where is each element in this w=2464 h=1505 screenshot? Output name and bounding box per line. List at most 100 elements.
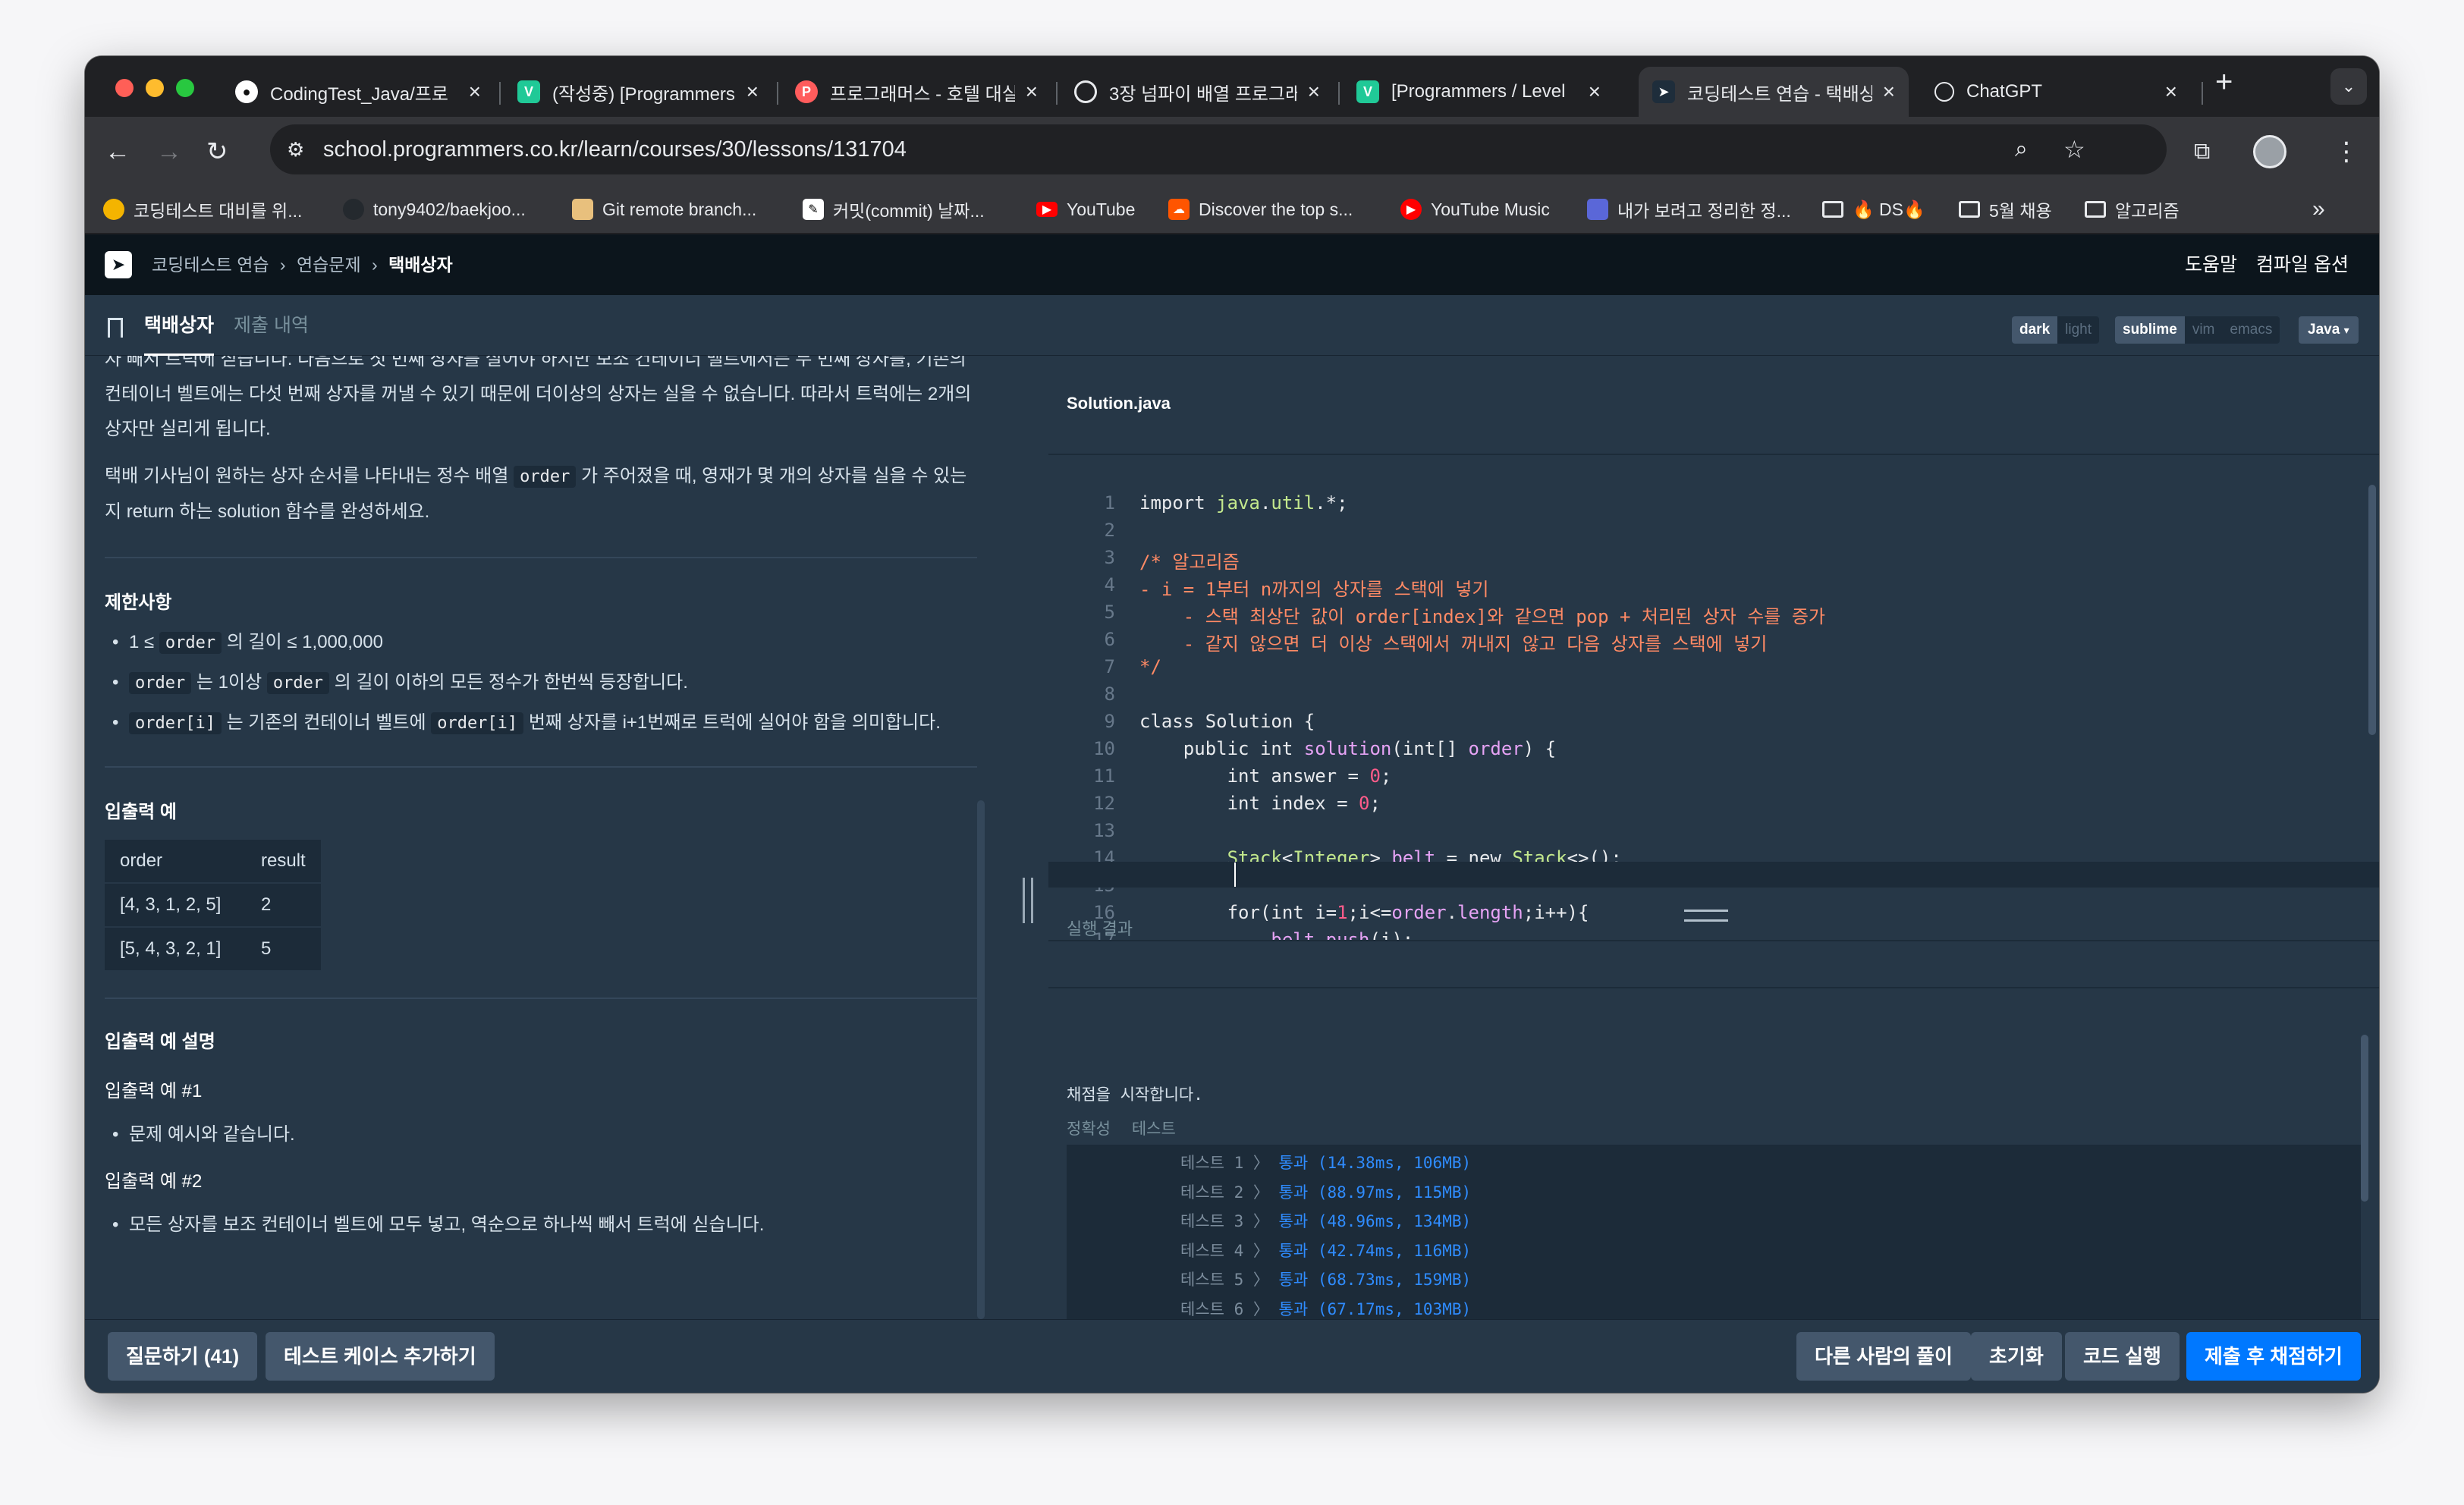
tab-title: ChatGPT: [1966, 81, 2043, 102]
ask-question-button[interactable]: 질문하기 (41): [108, 1332, 258, 1381]
table-row: [5, 4, 3, 2, 1] 5: [105, 927, 321, 970]
browser-tab-active[interactable]: ➤ 코딩테스트 연습 - 택배상자 ×: [1639, 67, 1909, 117]
site-info-icon[interactable]: ⚙: [287, 124, 304, 174]
editor-scrollbar[interactable]: [2368, 485, 2376, 735]
code-line: public int solution(int[] order) {: [1139, 738, 1557, 759]
close-tab-icon[interactable]: ×: [469, 80, 481, 104]
close-tab-icon[interactable]: ×: [2165, 80, 2177, 104]
result-tab-accuracy[interactable]: 정확성: [1067, 1120, 1111, 1138]
breadcrumb-item[interactable]: 연습문제: [297, 255, 361, 275]
bookmark-folder[interactable]: 5월 채용: [1959, 187, 2052, 232]
result-tab-test[interactable]: 테스트: [1132, 1120, 1176, 1138]
tab-submissions[interactable]: 제출 내역: [234, 295, 309, 356]
workspace-header: 택배상자 제출 내역 dark light sublime vim emacs …: [85, 295, 2379, 356]
close-window-button[interactable]: [115, 79, 134, 97]
keymap-emacs-button[interactable]: emacs: [2222, 316, 2280, 344]
language-select[interactable]: Java ▾: [2299, 316, 2359, 344]
back-arrow-icon[interactable]: ←: [105, 117, 130, 187]
result-scrollbar[interactable]: [2361, 1035, 2368, 1202]
close-tab-icon[interactable]: ×: [1589, 80, 1601, 104]
compile-options-link[interactable]: 컴파일 옵션: [2256, 234, 2349, 295]
theme-light-button[interactable]: light: [2057, 316, 2099, 344]
code-line: - i = 1부터 n까지의 상자를 스택에 넣기: [1139, 579, 1489, 600]
drag-lines-icon[interactable]: [1684, 910, 1728, 922]
others-solutions-button[interactable]: 다른 사람의 풀이: [1796, 1332, 1971, 1381]
zoom-icon[interactable]: ⌕: [2015, 124, 2028, 174]
line-number: 8: [1104, 683, 1115, 705]
bookmark-item[interactable]: Git remote branch...: [572, 187, 756, 232]
io-example-heading: 입출력 예: [105, 802, 177, 822]
browser-tab-5[interactable]: V [Programmers / Level ×: [1343, 67, 1614, 117]
test-result: 통과 (42.74ms, 116MB): [1268, 1241, 1472, 1260]
test-result-row: 테스트 5 〉 통과 (68.73ms, 159MB): [1180, 1271, 1472, 1289]
editor-result-splitter[interactable]: [1048, 940, 2379, 941]
folder-icon: [2085, 201, 2106, 218]
test-result: 통과 (88.97ms, 115MB): [1268, 1183, 1472, 1202]
circle-icon: [103, 199, 124, 220]
bookmark-item[interactable]: ▶ YouTube Music: [1400, 187, 1550, 232]
line-number: 2: [1104, 520, 1115, 541]
more-bookmarks-icon[interactable]: »: [2312, 187, 2325, 232]
run-code-button[interactable]: 코드 실행: [2065, 1332, 2180, 1381]
add-test-case-button[interactable]: 테스트 케이스 추가하기: [266, 1332, 495, 1381]
bookmark-star-icon[interactable]: ☆: [2063, 124, 2085, 174]
bookmark-folder[interactable]: 알고리즘: [2085, 187, 2180, 232]
code-editor[interactable]: 1234567891011121314151617 import java.ut…: [1048, 477, 2379, 940]
keymap-sublime-button[interactable]: sublime: [2115, 316, 2185, 344]
chevron-right-icon: ›: [372, 255, 378, 275]
problem-panel: 자 빼서 트럭에 싣습니다. 다음으로 첫 번째 상자를 실어야 하지만 보조 …: [85, 356, 1010, 1319]
forward-arrow-icon[interactable]: →: [156, 117, 182, 187]
panel-resize-handle[interactable]: [1010, 356, 1048, 1319]
app-nav: ➤ 코딩테스트 연습 › 연습문제 › 택배상자 도움말 컴파일 옵션: [85, 234, 2379, 295]
file-tab[interactable]: Solution.java: [1067, 356, 1171, 454]
breadcrumb-item[interactable]: 코딩테스트 연습: [152, 255, 269, 275]
bookmark-item[interactable]: ✎ 커밋(commit) 날짜...: [803, 187, 985, 232]
problem-text: 택배 기사님이 원하는 상자 순서를 나타내는 정수 배열: [105, 466, 514, 486]
tab-search-chevron-icon[interactable]: ⌄: [2330, 68, 2367, 105]
new-tab-plus-icon[interactable]: +: [2215, 56, 2233, 112]
minimize-window-button[interactable]: [146, 79, 164, 97]
browser-window: ● CodingTest_Java/프로 × V (작성중) [Programm…: [85, 56, 2379, 1393]
profile-avatar[interactable]: [2253, 135, 2286, 168]
bookmark-label: YouTube: [1067, 199, 1136, 219]
address-bar[interactable]: ⚙ school.programmers.co.kr/learn/courses…: [270, 124, 2167, 174]
more-menu-icon[interactable]: ⋮: [2334, 117, 2359, 187]
bookmark-folder[interactable]: 🔥 DS🔥: [1822, 187, 1925, 232]
browser-tab-4[interactable]: 3장 넘파이 배열 프로그래밍 ×: [1061, 67, 1334, 117]
reload-icon[interactable]: ↻: [206, 117, 228, 187]
programmers-logo[interactable]: ➤: [105, 251, 132, 278]
drag-handle-icon[interactable]: [1023, 878, 1033, 923]
tab-problem[interactable]: 택배상자: [144, 295, 215, 356]
problem-scrollbar[interactable]: [977, 800, 985, 1319]
maximize-window-button[interactable]: [176, 79, 194, 97]
code-line: int index = 0;: [1139, 793, 1381, 814]
close-tab-icon[interactable]: ×: [1308, 80, 1320, 104]
close-tab-icon[interactable]: ×: [1883, 80, 1895, 104]
help-link[interactable]: 도움말: [2185, 234, 2237, 295]
extensions-icon[interactable]: ⧉: [2194, 117, 2210, 187]
bookmark-icon[interactable]: [108, 318, 123, 338]
bookmark-label: Git remote branch...: [602, 199, 757, 219]
bookmark-item[interactable]: ▶ YouTube: [1036, 187, 1135, 232]
logo-icon: P: [795, 80, 818, 103]
browser-tab-2[interactable]: V (작성중) [Programmers ×: [504, 67, 772, 117]
bookmark-item[interactable]: tony9402/baekjoo...: [343, 187, 526, 232]
code-line: class Solution {: [1139, 711, 1315, 732]
reset-button[interactable]: 초기화: [1971, 1332, 2062, 1381]
current-line-highlight: [1048, 862, 2379, 888]
keymap-vim-button[interactable]: vim: [2185, 316, 2223, 344]
close-tab-icon[interactable]: ×: [746, 80, 759, 104]
bookmark-item[interactable]: ☁ Discover the top s...: [1168, 187, 1353, 232]
bookmark-item[interactable]: 내가 보려고 정리한 정...: [1587, 187, 1791, 232]
io-explanation-heading: 입출력 예 설명: [105, 1032, 215, 1052]
example-2-heading: 입출력 예 #2: [105, 1171, 203, 1192]
browser-tab-1[interactable]: ● CodingTest_Java/프로 ×: [222, 67, 495, 117]
list-item: 모든 상자를 보조 컨테이너 벨트에 모두 넣고, 역순으로 하나씩 빼서 트럭…: [105, 1208, 977, 1243]
browser-tab-7[interactable]: ChatGPT ×: [1921, 67, 2191, 117]
browser-tab-3[interactable]: P 프로그래머스 - 호텔 대실 ×: [781, 67, 1051, 117]
submit-button[interactable]: 제출 후 채점하기: [2186, 1332, 2361, 1381]
theme-dark-button[interactable]: dark: [2012, 316, 2058, 344]
bookmark-item[interactable]: 코딩테스트 대비를 위...: [103, 187, 302, 232]
line-number: 10: [1093, 738, 1115, 759]
close-tab-icon[interactable]: ×: [1026, 80, 1038, 104]
